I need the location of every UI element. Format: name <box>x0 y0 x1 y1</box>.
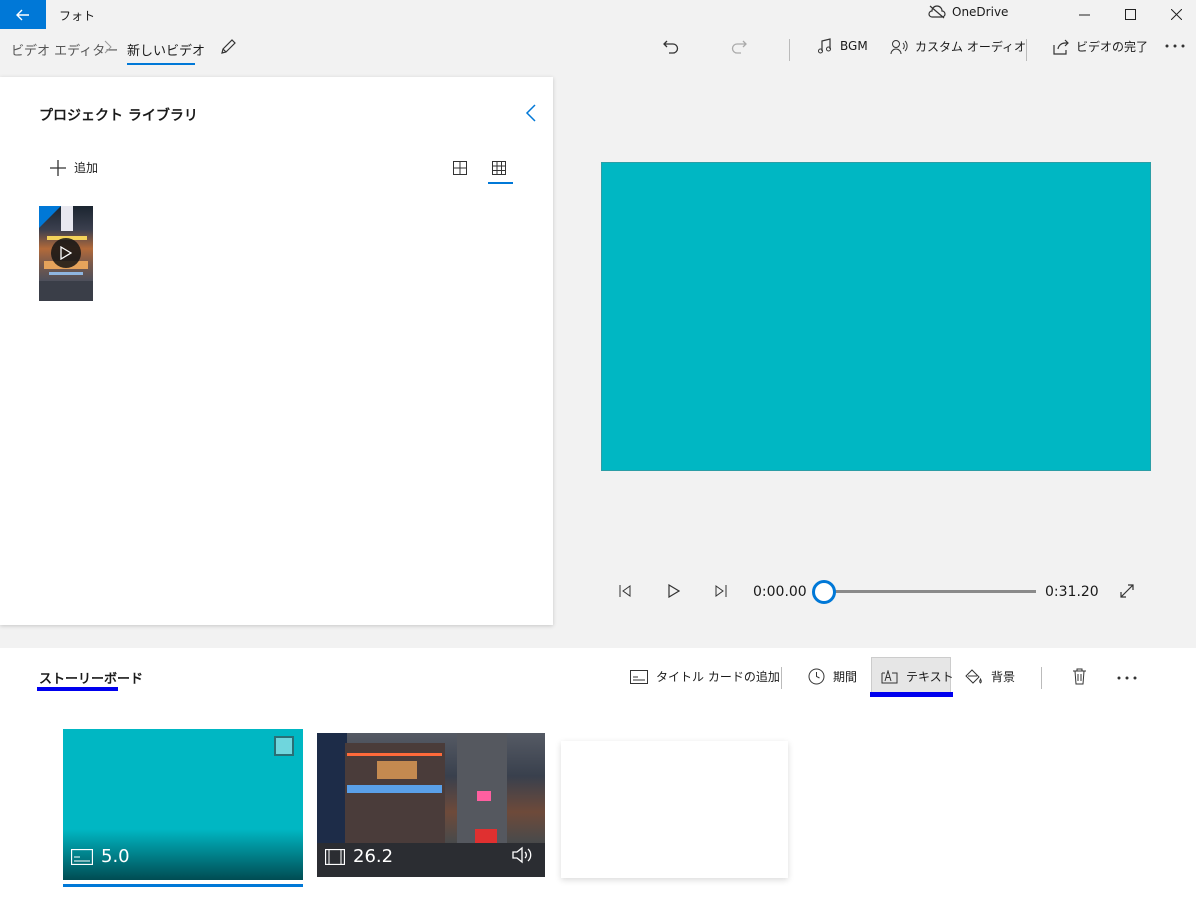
plus-icon <box>50 159 66 176</box>
onedrive-button[interactable]: OneDrive <box>928 5 1008 19</box>
more-icon[interactable] <box>1165 44 1185 48</box>
onedrive-label: OneDrive <box>952 5 1009 19</box>
clip-duration-value: 26.2 <box>353 846 394 867</box>
cloud-off-icon <box>928 5 946 19</box>
back-arrow-icon <box>16 9 30 21</box>
play-button[interactable] <box>668 584 680 598</box>
storyboard-divider <box>1041 667 1042 689</box>
storyboard-underline <box>37 687 118 691</box>
trash-icon[interactable] <box>1072 668 1087 685</box>
fullscreen-icon[interactable] <box>1119 583 1135 599</box>
duration-label: 期間 <box>833 670 858 684</box>
maximize-button[interactable] <box>1107 0 1153 29</box>
add-title-card-button[interactable]: タイトル カードの追加 <box>630 668 780 685</box>
video-preview <box>601 162 1151 471</box>
text-tool-underline <box>870 692 953 697</box>
step-forward-icon[interactable] <box>715 584 727 598</box>
custom-audio-label: カスタム オーディオ <box>915 40 1026 54</box>
current-time: 0:00.00 <box>753 584 807 600</box>
custom-audio-button[interactable]: カスタム オーディオ <box>890 38 1026 55</box>
add-button[interactable]: 追加 <box>50 159 98 176</box>
undo-icon[interactable] <box>662 38 680 56</box>
toolbar-divider <box>789 39 790 61</box>
scrubber-thumb[interactable] <box>812 580 836 604</box>
text-label: テキスト <box>906 670 954 684</box>
redo-icon[interactable] <box>730 38 748 56</box>
clip-duration: 5.0 <box>71 846 130 867</box>
play-icon <box>668 584 680 598</box>
background-button[interactable]: 背景 <box>965 668 1015 685</box>
app-title: フォト <box>59 9 96 23</box>
clip-select-checkbox[interactable] <box>274 736 294 756</box>
pencil-icon[interactable] <box>219 38 237 56</box>
bgm-button[interactable]: BGM <box>817 38 868 54</box>
title-card-icon <box>71 848 93 865</box>
maximize-icon <box>1124 9 1136 20</box>
step-back-icon[interactable] <box>619 584 631 598</box>
selected-corner-badge <box>39 206 61 228</box>
text-button[interactable]: テキスト <box>881 668 954 685</box>
bgm-label: BGM <box>840 39 868 53</box>
storyboard-empty-slot[interactable] <box>561 741 788 878</box>
music-note-icon <box>817 38 833 54</box>
clip-selected-indicator <box>63 884 303 887</box>
breadcrumb-underline <box>127 63 195 65</box>
breadcrumb-video-editor[interactable]: ビデオ エディター <box>11 40 118 59</box>
close-icon <box>1170 9 1182 20</box>
add-label: 追加 <box>74 161 99 175</box>
finish-video-button[interactable]: ビデオの完了 <box>1053 38 1148 55</box>
add-title-card-label: タイトル カードの追加 <box>656 670 780 684</box>
library-title: プロジェクト ライブラリ <box>39 108 198 124</box>
film-icon <box>325 848 345 865</box>
chevron-right-icon <box>104 40 112 54</box>
total-time: 0:31.20 <box>1045 584 1099 600</box>
toolbar-divider <box>1026 39 1027 61</box>
paint-bucket-icon <box>965 668 983 685</box>
grid-small-icon[interactable] <box>492 161 506 175</box>
clock-icon <box>808 668 825 685</box>
view-selected-indicator <box>488 182 513 184</box>
minimize-icon <box>1078 9 1090 20</box>
breadcrumb-new-video[interactable]: 新しいビデオ <box>127 40 205 59</box>
storyboard-more-icon[interactable] <box>1117 676 1137 680</box>
storyboard-divider <box>781 667 782 689</box>
finish-video-label: ビデオの完了 <box>1076 40 1149 54</box>
title-bar <box>0 0 1196 29</box>
chevron-left-icon[interactable] <box>525 103 537 123</box>
text-icon <box>881 669 898 684</box>
storyboard-title: ストーリーボード <box>39 672 144 687</box>
share-icon <box>1053 39 1069 55</box>
background-label: 背景 <box>991 670 1016 684</box>
timeline-scrubber[interactable] <box>824 590 1036 593</box>
play-icon <box>51 238 81 268</box>
grid-large-icon[interactable] <box>453 161 467 175</box>
clip-duration-value: 5.0 <box>101 846 130 867</box>
clip-duration: 26.2 <box>325 846 393 867</box>
minimize-button[interactable] <box>1061 0 1107 29</box>
back-button[interactable] <box>0 0 46 29</box>
title-card-icon <box>630 669 648 684</box>
duration-button[interactable]: 期間 <box>808 668 857 685</box>
person-audio-icon <box>890 39 908 55</box>
speaker-icon[interactable] <box>512 846 534 864</box>
close-button[interactable] <box>1153 0 1196 29</box>
